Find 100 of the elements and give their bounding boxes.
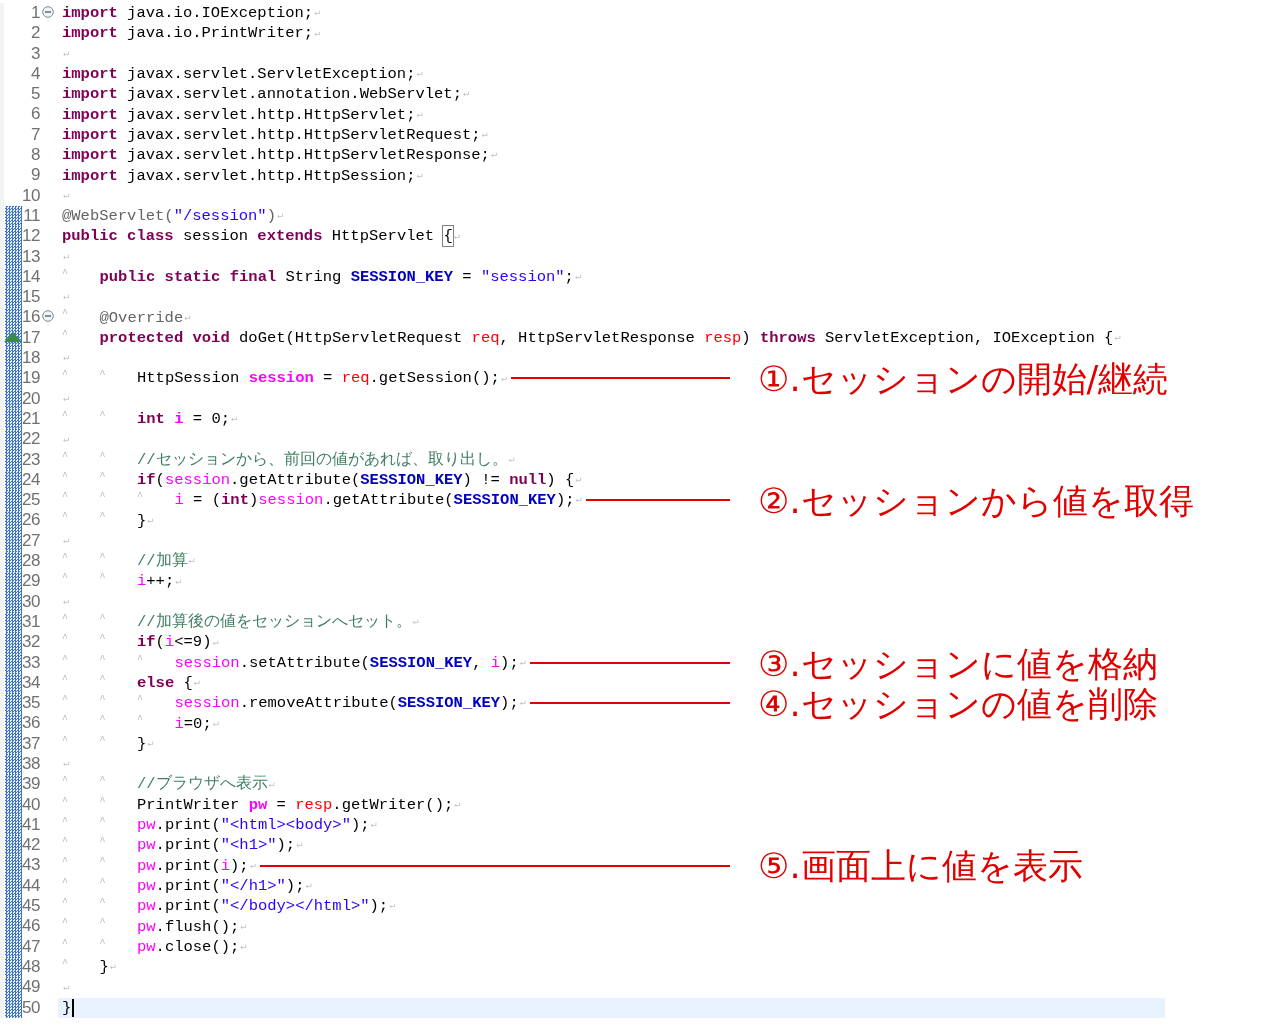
line-number: 11 <box>23 205 40 226</box>
code-line: ^ ^ //セッションから、前回の値があれば、取り出し。↵ <box>62 449 515 470</box>
line-number: 47 <box>22 936 40 957</box>
code-line: ^ ^ PrintWriter pw = resp.getWriter();↵ <box>62 794 461 815</box>
code-line: import javax.servlet.ServletException;↵ <box>62 64 423 85</box>
code-line: ^ ^ pw.flush();↵ <box>62 916 247 937</box>
line-number: 25 <box>22 490 40 511</box>
code-line: ^ ^ pw.print("</h1>");↵ <box>62 875 312 897</box>
code-line: ↵ <box>62 534 70 548</box>
code-line: ^ ^ else {↵ <box>62 672 200 694</box>
code-line: @WebServlet("/session")↵ <box>62 206 283 227</box>
line-number: 34 <box>22 672 40 693</box>
annotation-label: ⑤.画面上に値を表示 <box>758 846 1083 887</box>
collapse-icon[interactable] <box>42 6 54 18</box>
code-line: } <box>62 997 75 1018</box>
code-line: ^ ^ if(i<=9)↵ <box>62 632 219 653</box>
annotation-label: ④.セッションの値を削除 <box>758 684 1158 725</box>
line-number: 38 <box>22 754 40 774</box>
line-number: 44 <box>22 875 40 896</box>
code-line: import javax.servlet.http.HttpServletResponse;↵ <box>62 145 497 166</box>
code-line: ^ ^ i++;↵ <box>62 571 182 592</box>
line-number: 32 <box>22 632 40 653</box>
code-line: ^ public static final String SESSION_KEY = "session";↵ <box>62 266 581 288</box>
code-line: import javax.servlet.http.HttpServlet;↵ <box>62 104 423 125</box>
annotation-label: ②.セッションから値を取得 <box>758 481 1194 522</box>
line-number: 42 <box>22 835 40 856</box>
code-line: ^ ^ ^ session.removeAttribute(SESSION_KEY);↵ <box>62 693 526 714</box>
line-number: 8 <box>31 145 40 166</box>
line-number: 9 <box>31 165 40 186</box>
code-line: ↵ <box>62 188 70 203</box>
line-number: 17 <box>22 327 40 348</box>
code-line: ↵ <box>62 351 70 366</box>
code-line: import javax.servlet.http.HttpSession;↵ <box>62 165 423 186</box>
line-number: 12 <box>22 226 40 247</box>
line-number: 22 <box>22 429 40 450</box>
text-cursor <box>72 998 75 1017</box>
code-line: import java.io.IOException;↵ <box>62 3 321 24</box>
line-number: 14 <box>22 266 40 287</box>
code-line: ^ ^ int i = 0;↵ <box>62 408 238 430</box>
line-number: 4 <box>31 63 40 84</box>
collapse-icon[interactable] <box>42 310 54 323</box>
code-line: ^ ^ //加算後の値をセッションへセット。↵ <box>62 611 419 633</box>
code-line: ^ }↵ <box>62 956 116 978</box>
line-number: 48 <box>22 956 40 977</box>
line-number: 29 <box>22 571 40 592</box>
code-line: ^ ^ pw.print(i);↵ <box>62 855 256 876</box>
line-number: 5 <box>31 84 40 105</box>
line-number: 21 <box>22 408 40 429</box>
line-number: 16 <box>22 307 40 328</box>
code-line: ^ ^ pw.print("<h1>");↵ <box>62 835 303 856</box>
line-number: 30 <box>22 591 40 612</box>
line-number: 28 <box>22 551 40 571</box>
line-number: 18 <box>22 348 40 369</box>
line-number: 45 <box>22 896 40 917</box>
line-number: 39 <box>22 774 40 795</box>
code-line: ↵ <box>62 290 70 305</box>
line-number: 24 <box>22 469 40 490</box>
line-number: 49 <box>22 977 40 998</box>
line-number: 20 <box>22 388 40 409</box>
line-number: 46 <box>22 916 40 937</box>
line-number: 3 <box>31 43 40 64</box>
line-number: 37 <box>22 733 40 754</box>
code-line: ↵ <box>62 46 70 61</box>
code-line: ^ ^ //ブラウザへ表示↵ <box>62 774 275 795</box>
code-line: public class session extends HttpServlet {↵ <box>62 226 460 247</box>
line-number: 1 <box>31 3 40 23</box>
line-number: 2 <box>31 23 40 44</box>
code-line: ^ ^ //加算↵ <box>62 551 195 572</box>
line-number: 23 <box>22 449 40 470</box>
code-line: import javax.servlet.http.HttpServletRequest;↵ <box>62 124 488 146</box>
line-number: 50 <box>22 997 40 1018</box>
code-line: ^ ^ ^ i = (int)session.getAttribute(SESSION_KEY);↵ <box>62 490 582 511</box>
annotation-label: ③.セッションに値を格納 <box>758 643 1158 684</box>
line-number: 31 <box>22 611 40 632</box>
line-number: 35 <box>22 693 40 714</box>
code-line: ^ ^ pw.close();↵ <box>62 936 247 957</box>
code-line: ^ protected void doGet(HttpServletRequest req, HttpServletResponse resp) throws ServletException, IOException {↵ <box>62 327 1121 349</box>
code-line: ^ ^ if(session.getAttribute(SESSION_KEY) != null) {↵ <box>62 469 582 491</box>
line-number: 15 <box>22 287 40 308</box>
line-number: 19 <box>22 368 40 389</box>
line-number: 13 <box>22 246 40 267</box>
code-line: ^ ^ HttpSession session = req.getSession();↵ <box>62 368 507 389</box>
line-number: 33 <box>22 652 40 673</box>
code-line: ↵ <box>62 391 70 406</box>
line-number: 36 <box>22 713 40 734</box>
annotation-label: ①.セッションの開始/継続 <box>758 359 1169 400</box>
code-line: ^ ^ }↵ <box>62 733 154 754</box>
code-line: ↵ <box>62 594 70 609</box>
code-line: ↵ <box>62 432 70 447</box>
line-number: 26 <box>22 510 40 531</box>
code-line: import java.io.PrintWriter;↵ <box>62 23 321 44</box>
code-line: ^ @Override↵ <box>62 307 191 328</box>
line-number: 43 <box>22 855 40 876</box>
line-number: 10 <box>22 185 40 206</box>
line-number: 40 <box>22 794 40 815</box>
line-number: 41 <box>22 814 40 835</box>
line-number: 6 <box>31 104 40 125</box>
line-number: 27 <box>22 530 40 551</box>
code-line: ↵ <box>62 757 70 772</box>
code-line: ^ ^ }↵ <box>62 510 154 531</box>
